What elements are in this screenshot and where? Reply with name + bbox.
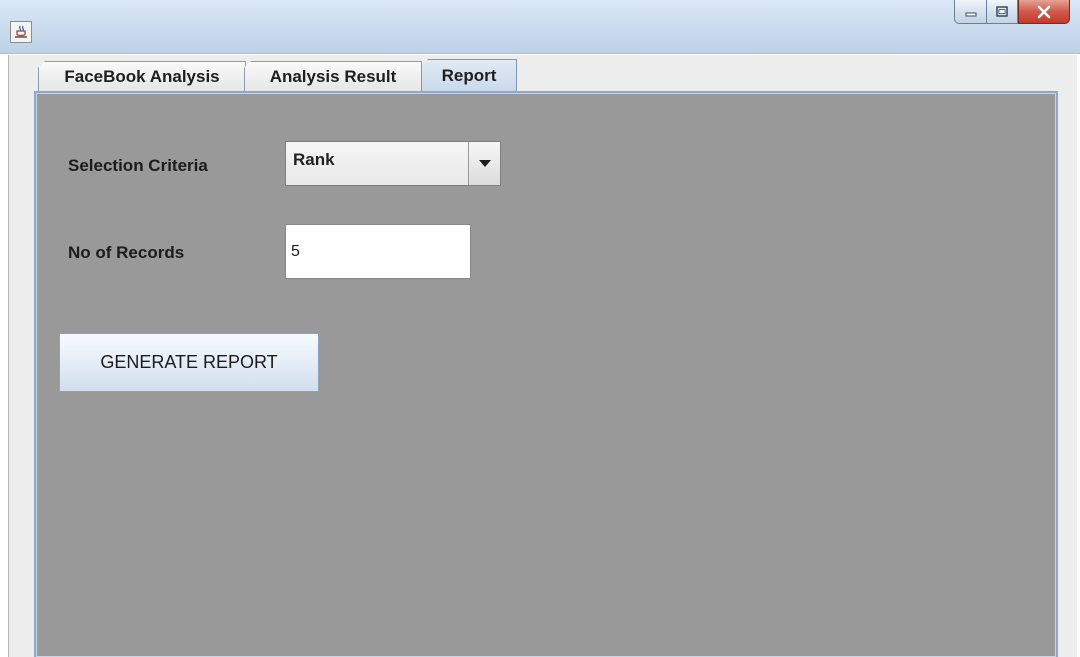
maximize-icon [996,5,1008,17]
maximize-button[interactable] [986,0,1018,24]
minimize-button[interactable] [954,0,986,24]
tab-report[interactable]: Report [421,59,517,91]
window-controls [954,0,1070,26]
tab-analysis-result[interactable]: Analysis Result [244,61,422,91]
tab-facebook-analysis[interactable]: FaceBook Analysis [38,61,246,91]
java-app-icon[interactable] [10,21,32,43]
generate-report-button[interactable]: GENERATE REPORT [59,333,319,392]
selection-criteria-combobox[interactable]: Rank [285,141,501,186]
application-window: FaceBook Analysis Analysis Result Report… [0,0,1080,657]
records-input[interactable]: 5 [285,224,471,279]
combobox-dropdown-button[interactable] [468,142,500,185]
minimize-icon [965,12,976,16]
chevron-down-icon [478,160,491,167]
close-button[interactable] [1018,0,1070,24]
close-icon [1037,5,1051,18]
selection-criteria-label: Selection Criteria [68,156,208,175]
selection-criteria-value: Rank [293,150,335,169]
title-bar[interactable] [0,0,1080,54]
records-label: No of Records [68,243,185,262]
